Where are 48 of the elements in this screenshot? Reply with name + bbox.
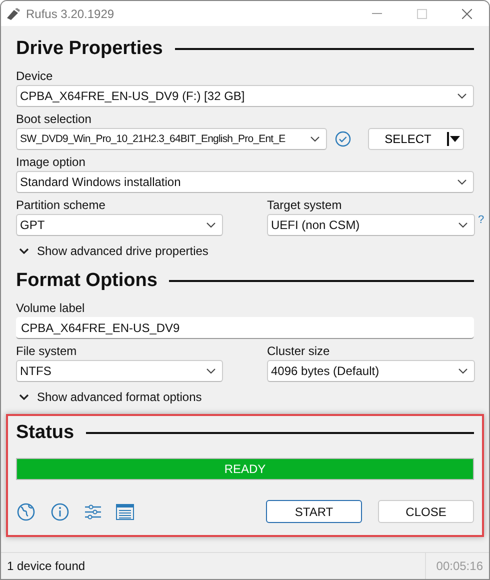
progress-text: READY — [224, 462, 266, 476]
file-system-dropdown[interactable]: NTFS — [16, 360, 223, 382]
field-label: Boot selection — [16, 112, 92, 126]
chevron-down-icon — [458, 222, 468, 228]
field-label: Partition scheme — [16, 198, 106, 212]
boot-selection-dropdown[interactable]: SW_DVD9_Win_Pro_10_21H2.3_64BIT_English_Pro_Ent_E — [16, 128, 327, 150]
select-button[interactable]: SELECT — [368, 128, 464, 150]
field-label: Device — [16, 69, 54, 83]
field-label: Volume label — [16, 301, 86, 315]
section-heading: Drive Properties — [16, 38, 163, 60]
check-circle-icon[interactable] — [335, 131, 351, 147]
advanced-toggle[interactable]: Show advanced format options — [16, 390, 202, 404]
start-button[interactable]: START — [266, 500, 362, 523]
advanced-toggle[interactable]: Show advanced drive properties — [16, 244, 208, 258]
chevron-down-icon — [310, 136, 320, 142]
section-heading: Status — [16, 422, 74, 444]
cluster-size-dropdown[interactable]: 4096 bytes (Default) — [267, 360, 475, 382]
chevron-down-icon — [206, 222, 216, 228]
section-heading: Format Options — [16, 270, 158, 292]
elapsed-timer: 00:05:16 — [425, 553, 489, 579]
chevron-down-icon — [19, 394, 29, 400]
target-system-dropdown[interactable]: UEFI (non CSM) — [267, 214, 475, 236]
status-message: 1 device found — [6, 559, 86, 573]
volume-label-field[interactable]: CPBA_X64FRE_EN-US_DV9 — [16, 317, 474, 339]
image-option-dropdown[interactable]: Standard Windows installation — [16, 171, 474, 193]
chevron-down-icon — [19, 248, 29, 254]
device-dropdown[interactable]: CPBA_X64FRE_EN-US_DV9 (F:) [32 GB] — [16, 85, 474, 107]
maximize-icon — [416, 8, 426, 18]
close-button[interactable]: CLOSE — [378, 500, 474, 523]
chevron-down-icon — [457, 93, 467, 99]
globe-icon[interactable] — [16, 502, 36, 522]
window-title: Rufus 3.20.1929 — [26, 6, 116, 20]
info-icon[interactable] — [50, 502, 70, 522]
minimize-icon — [372, 13, 382, 14]
usb-drive-icon — [6, 8, 20, 20]
field-label: Target system — [267, 198, 343, 212]
field-label: Image option — [16, 155, 86, 169]
chevron-down-icon — [458, 368, 468, 374]
settings-icon[interactable] — [84, 502, 102, 520]
caret-icon — [450, 136, 460, 142]
chevron-down-icon — [457, 179, 467, 185]
field-label: Cluster size — [267, 344, 331, 358]
partition-scheme-dropdown[interactable]: GPT — [16, 214, 223, 236]
log-icon[interactable] — [116, 504, 134, 520]
chevron-down-icon — [206, 368, 216, 374]
field-label: File system — [16, 344, 78, 358]
help-link[interactable]: ? — [475, 214, 487, 226]
close-icon — [462, 8, 472, 18]
